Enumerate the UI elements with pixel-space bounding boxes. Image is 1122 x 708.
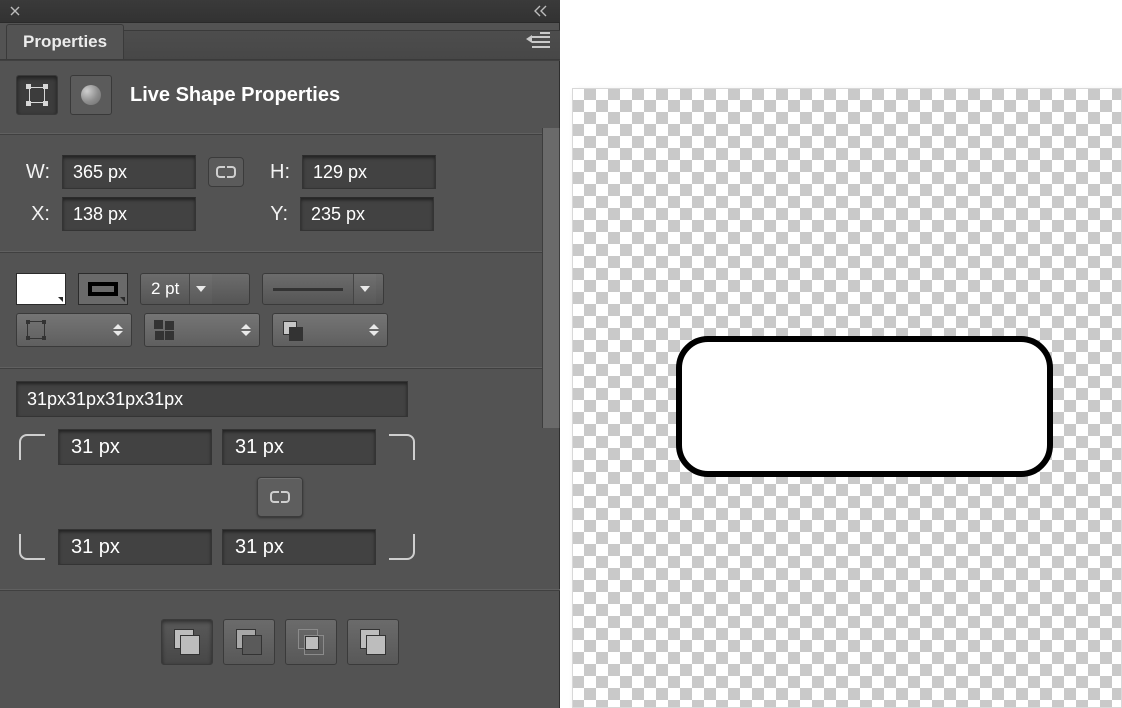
path-overlap-icon [281,319,303,341]
pathfinder-unite-button[interactable] [161,619,213,665]
stepper-icon [111,324,125,336]
corner-br-input[interactable]: 31 px [222,529,376,565]
chevron-down-icon [189,274,212,304]
pathfinder-intersect-button[interactable] [285,619,337,665]
panel-titlebar [0,0,560,23]
stroke-style-dropdown[interactable] [262,273,384,305]
stroke-weight-value: 2 pt [141,279,189,299]
mask-mode-toggle[interactable] [70,75,112,115]
live-shape-rectangle[interactable] [676,336,1053,477]
canvas[interactable] [572,88,1122,708]
y-input[interactable]: 235 px [300,197,434,231]
shape-bounds-toggle[interactable] [16,75,58,115]
corner-tr-icon[interactable] [386,431,418,463]
appearance-section: 2 pt [0,252,560,368]
stroke-weight-dropdown[interactable]: 2 pt [140,273,250,305]
panel-scrollbar[interactable] [542,128,560,428]
close-icon[interactable] [8,4,22,18]
path-operations-dropdown[interactable] [272,313,388,347]
x-label: X: [16,203,50,226]
link-corners-button[interactable] [257,477,303,517]
x-input[interactable]: 138 px [62,197,196,231]
bounding-box-icon [26,84,48,106]
stepper-icon [367,324,381,336]
corner-tr-input[interactable]: 31 px [222,429,376,465]
chevron-down-icon [353,274,376,304]
flyout-menu-lines-icon[interactable] [524,31,550,49]
width-input[interactable]: 365 px [62,155,196,189]
panel-tabstrip: Properties [0,23,560,60]
corner-bl-icon[interactable] [16,531,48,563]
tab-properties[interactable]: Properties [6,24,124,59]
link-dimensions-button[interactable] [208,157,244,187]
collapse-icon[interactable] [534,5,552,17]
corner-tl-icon[interactable] [16,431,48,463]
subtract-icon [236,629,262,655]
header-section: Live Shape Properties [0,60,560,134]
mask-icon [81,85,101,105]
exclude-icon [360,629,386,655]
dimensions-section: W: 365 px H: 129 px X: 138 px Y: 235 px [0,134,560,252]
fill-swatch[interactable] [16,273,66,305]
corner-tl-input[interactable]: 31 px [58,429,212,465]
corner-br-icon[interactable] [386,531,418,563]
width-label: W: [16,161,50,184]
stepper-icon [239,324,253,336]
properties-panel: Properties Live Shape Properties W: [0,0,560,708]
document-area [560,0,1122,708]
height-input[interactable]: 129 px [302,155,436,189]
unite-icon [174,629,200,655]
pathfinder-subtract-button[interactable] [223,619,275,665]
panel-title: Live Shape Properties [130,84,340,107]
solid-line-icon [273,288,343,291]
stroke-swatch[interactable] [78,273,128,305]
corner-radius-summary[interactable]: 31px31px31px31px [16,381,408,417]
stroke-options-dropdown[interactable] [16,313,132,347]
pathfinder-section [0,590,560,695]
stroke-align-icon [153,319,175,341]
chain-icon [216,166,236,178]
intersect-icon [298,629,324,655]
y-label: Y: [254,203,288,226]
pathfinder-exclude-button[interactable] [347,619,399,665]
corner-radius-section: 31px31px31px31px 31 px 31 px 31 px 31 px [0,368,560,590]
corner-bl-input[interactable]: 31 px [58,529,212,565]
stroke-align-dropdown[interactable] [144,313,260,347]
height-label: H: [256,161,290,184]
chain-icon [270,491,290,503]
stroke-bounds-icon [25,319,47,341]
